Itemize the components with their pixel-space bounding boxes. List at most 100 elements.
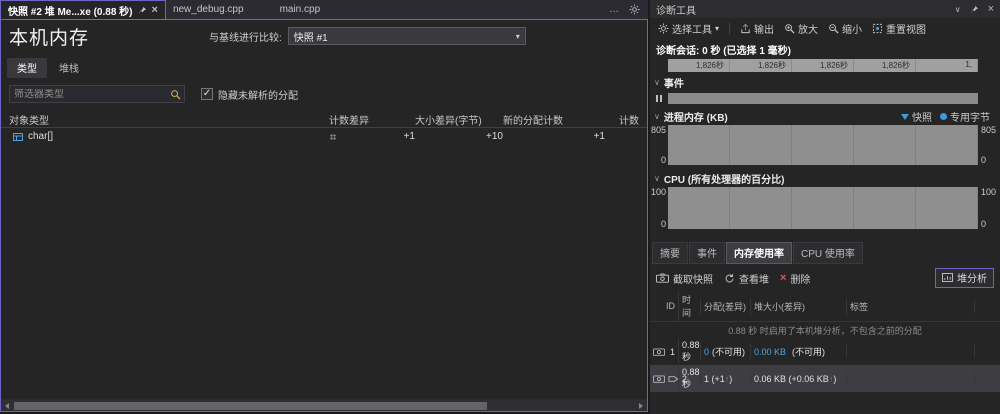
legend-snapshot[interactable]: 快照	[901, 109, 932, 124]
window-position-chevron-icon[interactable]: ∨	[955, 5, 961, 14]
col-tag[interactable]: 标签	[846, 297, 974, 315]
type-icon	[13, 132, 23, 142]
snapshot-camera-icon[interactable]	[653, 374, 665, 383]
tab-snapshot-report[interactable]: 快照 #2 堆 Me...xe (0.88 秒) ×	[0, 0, 166, 19]
legend-private-bytes[interactable]: 专用字节	[940, 109, 990, 124]
document-tabstrip: 快照 #2 堆 Me...xe (0.88 秒) × new_debug.cpp…	[0, 0, 648, 19]
compare-baseline-select[interactable]: 快照 #1 ▾	[287, 27, 526, 45]
col-alloc-diff[interactable]: 分配(差异)	[700, 297, 750, 315]
close-icon[interactable]: ×	[988, 3, 994, 15]
pin-icon[interactable]	[138, 6, 147, 15]
heap-analysis-notice: 0.88 秒 时启用了本机堆分析，不包含之前的分配	[728, 326, 922, 336]
ruler-tick: 1,826秒	[668, 59, 730, 72]
hide-unresolved-checkbox[interactable]: ✓	[201, 88, 213, 100]
legend-snapshot-label: 快照	[912, 113, 932, 124]
delete-button[interactable]: × 删除	[780, 271, 810, 286]
window-layout-icon[interactable]	[629, 4, 640, 15]
filter-row: ✓ 隐藏未解析的分配	[9, 85, 639, 103]
col-time[interactable]: 时间	[678, 291, 700, 321]
session-status: 诊断会话: 0 秒 (已选择 1 毫秒)	[656, 46, 792, 57]
scrollbar-track[interactable]	[13, 401, 635, 410]
zoom-out-button[interactable]: 缩小	[825, 20, 865, 37]
select-tool-button[interactable]: 选择工具 ▾	[655, 20, 722, 37]
col-object-type[interactable]: 对象类型	[9, 112, 329, 127]
cpu-section-title: CPU (所有处理器的百分比)	[663, 175, 785, 186]
pin-icon[interactable]	[970, 5, 979, 14]
heap-analysis-icon	[942, 273, 953, 282]
tab-events[interactable]: 事件	[689, 242, 725, 264]
ruler-tick: 1,826秒	[792, 59, 854, 72]
new-alloc-count-value: +1	[593, 131, 605, 142]
tab-cpu-usage[interactable]: CPU 使用率	[793, 242, 863, 264]
memory-section-header[interactable]: ∨ 进程内存 (KB) 快照 专用字节	[650, 106, 1000, 125]
tab-types[interactable]: 类型	[7, 58, 47, 78]
cpu-chart[interactable]	[668, 187, 978, 229]
snapshot-tag[interactable]	[846, 345, 974, 358]
hide-unresolved-group: ✓ 隐藏未解析的分配	[201, 87, 298, 102]
tab-summary[interactable]: 摘要	[652, 242, 688, 264]
alloc-count-value[interactable]: 1 (+1	[704, 374, 725, 384]
snapshot-camera-icon[interactable]	[653, 347, 665, 356]
gear-icon	[658, 23, 669, 34]
alloc-count-link[interactable]: 0	[704, 347, 709, 357]
take-snapshot-button[interactable]: 截取快照	[656, 271, 713, 286]
scroll-left-icon[interactable]	[1, 400, 13, 412]
memory-chart[interactable]	[668, 125, 978, 165]
tabstrip-actions: …	[609, 0, 648, 19]
types-table-header: 对象类型 计数差异 大小差异(字节) 新的分配计数 计数	[1, 111, 647, 128]
view-tabs: 类型 堆栈	[7, 58, 647, 78]
col-size-diff[interactable]: 大小差异(字节)	[415, 112, 503, 127]
search-icon[interactable]	[166, 86, 184, 102]
tab-snapshot-label: 快照 #2 堆 Me...xe (0.88 秒)	[8, 6, 133, 18]
col-new-alloc-count[interactable]: 新的分配计数	[503, 112, 605, 127]
overflow-icon[interactable]: …	[609, 4, 619, 15]
tab-memory-usage[interactable]: 内存使用率	[726, 242, 792, 264]
timeline-ruler[interactable]: 1,826秒 1,826秒 1,826秒 1,826秒 1,	[668, 59, 978, 72]
tab-main-label: main.cpp	[279, 4, 321, 15]
col-count[interactable]: 计数	[605, 112, 639, 127]
events-track[interactable]	[668, 93, 978, 104]
heap-size-value[interactable]: 0.06 KB (+0.06 KB	[754, 374, 829, 384]
zoom-in-button[interactable]: 放大	[781, 20, 821, 37]
visual-studio-window: 快照 #2 堆 Me...xe (0.88 秒) × new_debug.cpp…	[0, 0, 1000, 414]
cpu-ymax-right: 100	[981, 187, 997, 197]
table-row-char-array[interactable]: char[] +1 +10 +1	[1, 128, 647, 145]
snapshot-id: 1	[669, 346, 675, 357]
scroll-right-icon[interactable]	[635, 400, 647, 412]
ruler-tick: 1,826秒	[854, 59, 916, 72]
collapse-chevron-icon: ∨	[654, 174, 660, 183]
snapshot-tag[interactable]	[846, 372, 974, 385]
cpu-section-header[interactable]: ∨ CPU (所有处理器的百分比)	[650, 168, 1000, 187]
delete-x-icon: ×	[780, 272, 787, 284]
tab-main-cpp[interactable]: main.cpp	[273, 0, 328, 19]
col-id[interactable]: ID	[650, 299, 678, 313]
export-icon	[740, 23, 751, 34]
diagnostic-tools-pane: 诊断工具 ∨ × 选择工具 ▾ 输出 放大 缩小 重置视图 诊断会话: 0 秒 …	[650, 0, 1000, 414]
export-button[interactable]: 输出	[737, 20, 777, 37]
close-icon[interactable]: ×	[152, 4, 158, 16]
diagnostics-empty-area	[650, 392, 1000, 414]
reset-view-button[interactable]: 重置视图	[869, 20, 929, 37]
filter-box	[9, 85, 185, 103]
diagnostic-tools-header[interactable]: 诊断工具 ∨ ×	[650, 0, 1000, 18]
snapshot-row-1[interactable]: 1 0.88 秒 0 (不可用) 0.00 KB (不可用)	[650, 338, 1000, 365]
col-count-diff[interactable]: 计数差异	[329, 112, 415, 127]
heap-size-link[interactable]: 0.00 KB	[754, 347, 786, 357]
reset-view-label: 重置视图	[886, 25, 927, 36]
cpu-ymin-right: 0	[981, 219, 987, 229]
tab-new-debug-cpp[interactable]: new_debug.cpp	[166, 0, 251, 19]
cpu-ymin-left: 0	[660, 219, 666, 229]
col-heap-size-diff[interactable]: 堆大小(差异)	[750, 297, 846, 315]
events-section-header[interactable]: ∨ 事件	[650, 72, 1000, 91]
toolbar-separator	[729, 22, 731, 35]
snapshot-row-2[interactable]: 2 0.88 秒 1 (+1 ↑ ) 0.06 KB (+0.06 KB ↑ )	[650, 365, 1000, 392]
filter-input[interactable]	[10, 88, 166, 100]
tab-stacks[interactable]: 堆栈	[49, 58, 89, 78]
horizontal-scrollbar[interactable]	[1, 399, 647, 411]
size-diff-value: +10	[486, 131, 503, 142]
view-heap-button[interactable]: 查看堆	[724, 271, 769, 286]
memory-ymax-left: 805	[650, 125, 666, 135]
heap-analysis-button[interactable]: 堆分析	[935, 268, 994, 288]
scrollbar-thumb[interactable]	[14, 401, 487, 410]
take-snapshot-label: 截取快照	[673, 274, 713, 286]
